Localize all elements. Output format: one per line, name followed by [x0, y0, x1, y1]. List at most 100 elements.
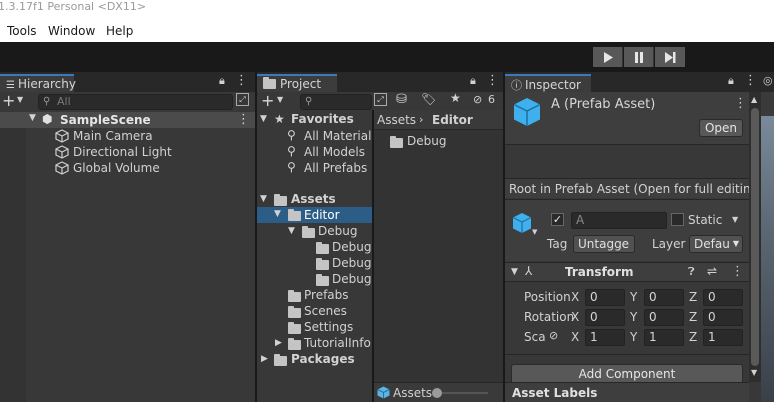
tree-item-settings[interactable]: Settings [304, 320, 353, 334]
scale-z-field[interactable]: 1 [703, 329, 743, 346]
packages-root[interactable]: Packages [291, 352, 355, 366]
expand-arrow-icon[interactable]: ▼ [260, 114, 267, 124]
transform-header[interactable]: ▼ ⅄ Transform ❓︎ ⇌ ⋮ [505, 262, 749, 282]
position-y-field[interactable]: 0 [644, 289, 684, 306]
hierarchy-list-icon: ☰ [6, 80, 15, 91]
static-checkbox[interactable] [671, 213, 684, 226]
breadcrumb-assets[interactable]: Assets [377, 113, 416, 127]
tree-item-prefabs[interactable]: Prefabs [304, 288, 349, 302]
scale-y-field[interactable]: 1 [644, 329, 684, 346]
axis-x-label: X [571, 310, 580, 324]
menu-tools[interactable]: Tools [7, 24, 37, 38]
tag-dropdown[interactable]: Untagge [573, 235, 635, 253]
tab-project[interactable]: Project [257, 74, 337, 92]
active-checkbox[interactable]: ✓ [551, 213, 564, 226]
layer-dropdown[interactable]: Defau ▼ [689, 235, 743, 253]
rotation-z-field[interactable]: 0 [703, 309, 743, 326]
rotation-y-field[interactable]: 0 [644, 309, 684, 326]
expand-arrow-icon[interactable]: ▼ [274, 209, 281, 219]
zoom-slider[interactable] [434, 392, 488, 394]
component-menu-icon[interactable]: ⋮ [731, 264, 744, 279]
hierarchy-search-placeholder: All [57, 95, 71, 108]
chevron-down-icon[interactable]: ▼ [277, 95, 283, 104]
expand-arrow-icon[interactable]: ▼ [511, 267, 518, 277]
favorites-header[interactable]: Favorites [291, 112, 354, 126]
collapsed-arrow-icon[interactable]: ▶ [261, 354, 268, 364]
favorite-item[interactable]: All Prefabs [304, 161, 367, 175]
scale-x-field[interactable]: 1 [585, 329, 625, 346]
help-icon[interactable]: ❓︎ [688, 265, 695, 279]
asset-labels-bar[interactable]: Asset Labels [505, 382, 749, 402]
position-x-field[interactable]: 0 [585, 289, 625, 306]
breadcrumb-editor[interactable]: Editor [432, 113, 473, 127]
collapsed-arrow-icon[interactable]: ▶ [275, 338, 282, 348]
scroll-down-icon[interactable]: ▼ [751, 368, 757, 377]
presets-icon[interactable]: ⇌ [707, 264, 717, 278]
scrollbar-thumb[interactable] [751, 108, 759, 366]
hierarchy-search-input[interactable]: ⚲ All [38, 94, 233, 110]
scene-menu-icon[interactable]: ⋮ [237, 112, 250, 127]
add-icon[interactable]: + [261, 91, 274, 110]
tag-value: Untagge [578, 237, 630, 251]
tree-item-tutorialinfo[interactable]: TutorialInfo [304, 336, 371, 350]
kebab-menu-icon[interactable]: ⋮ [486, 73, 499, 88]
constrain-proportions-icon[interactable]: ⊘ [549, 329, 558, 342]
expand-arrow-icon[interactable]: ▼ [29, 113, 36, 123]
scene-view-icon[interactable]: ◎ [763, 74, 773, 87]
kebab-menu-icon[interactable]: ⋮ [744, 73, 757, 88]
content-item-debug[interactable]: Debug [407, 134, 446, 148]
rotation-x-field[interactable]: 0 [585, 309, 625, 326]
prefab-cube-icon[interactable] [511, 212, 533, 237]
static-dropdown-icon[interactable]: ▼ [732, 215, 738, 224]
zoom-slider-thumb[interactable] [432, 388, 442, 398]
kebab-menu-icon[interactable]: ⋮ [235, 73, 248, 88]
scene-viewport[interactable] [761, 116, 774, 402]
project-search-input[interactable]: ⚲ [300, 94, 372, 110]
tab-hierarchy[interactable]: ☰ Hierarchy [0, 74, 76, 92]
menu-window[interactable]: Window [48, 24, 95, 38]
play-icon [603, 51, 613, 63]
tree-item-editor[interactable]: ▼ Editor [257, 207, 372, 223]
tree-item-debug-child[interactable]: Debug [332, 272, 372, 286]
tree-item-scenes[interactable]: Scenes [304, 304, 347, 318]
scroll-up-icon[interactable]: ▲ [751, 95, 757, 104]
assets-root[interactable]: Assets [291, 192, 336, 206]
position-z-field[interactable]: 0 [703, 289, 743, 306]
inspector-scrollbar[interactable]: ▲ ▼ [749, 92, 761, 382]
step-button[interactable] [655, 47, 685, 67]
tab-inspector[interactable]: ⓘ Inspector [505, 74, 591, 92]
expand-arrow-icon[interactable]: ▼ [288, 226, 295, 236]
pause-button[interactable] [624, 47, 654, 67]
tree-item-debug-child[interactable]: Debug [332, 240, 372, 254]
favorite-item[interactable]: All Materials [304, 129, 378, 143]
favorite-item[interactable]: All Models [304, 145, 365, 159]
favorite-star-icon[interactable]: ★ [450, 91, 461, 105]
tree-item-debug-child[interactable]: Debug [332, 256, 372, 270]
icon-dropdown-arrow-icon[interactable]: ▼ [532, 228, 537, 236]
add-icon[interactable]: + [2, 91, 15, 110]
object-name-field[interactable]: A [571, 212, 667, 229]
search-by-type-icon[interactable]: ⤢ [374, 93, 387, 106]
expand-arrow-icon[interactable]: ▼ [260, 194, 267, 204]
gameobject-cube-icon [55, 161, 69, 178]
position-z-value: 0 [708, 290, 716, 304]
filter-type-icon[interactable]: ⛁ [396, 92, 407, 107]
lock-icon[interactable]: 🔒︎ [219, 74, 225, 88]
scale-x-value: 1 [590, 330, 598, 344]
hidden-eye-icon[interactable]: ⊘ [473, 93, 482, 106]
menu-help[interactable]: Help [106, 24, 133, 38]
scene-row[interactable]: ▼ ⬢ SampleScene ⋮ [0, 112, 255, 128]
play-button[interactable] [593, 47, 623, 67]
lock-icon[interactable]: 🔒︎ [470, 74, 476, 88]
tree-item-debug[interactable]: Debug [318, 224, 357, 238]
gameobject-header: ▼ ✓ A Static ▼ Tag Untagge Layer Defau ▼ [505, 199, 749, 261]
label-tag-icon[interactable]: 🏷︎ [421, 92, 436, 106]
project-tree: ▼ ★ Favorites ⚲ All Materials ⚲ All Mode… [257, 110, 378, 402]
chevron-down-icon[interactable]: ▼ [17, 95, 23, 104]
scene-visibility-icon[interactable]: ⤢ [236, 93, 249, 106]
folder-icon [316, 258, 329, 272]
add-component-button[interactable]: Add Component [511, 364, 743, 384]
lock-icon[interactable]: 🔒︎ [728, 74, 734, 88]
open-button[interactable]: Open [699, 119, 743, 137]
asset-menu-icon[interactable]: ⋮ [734, 96, 747, 111]
